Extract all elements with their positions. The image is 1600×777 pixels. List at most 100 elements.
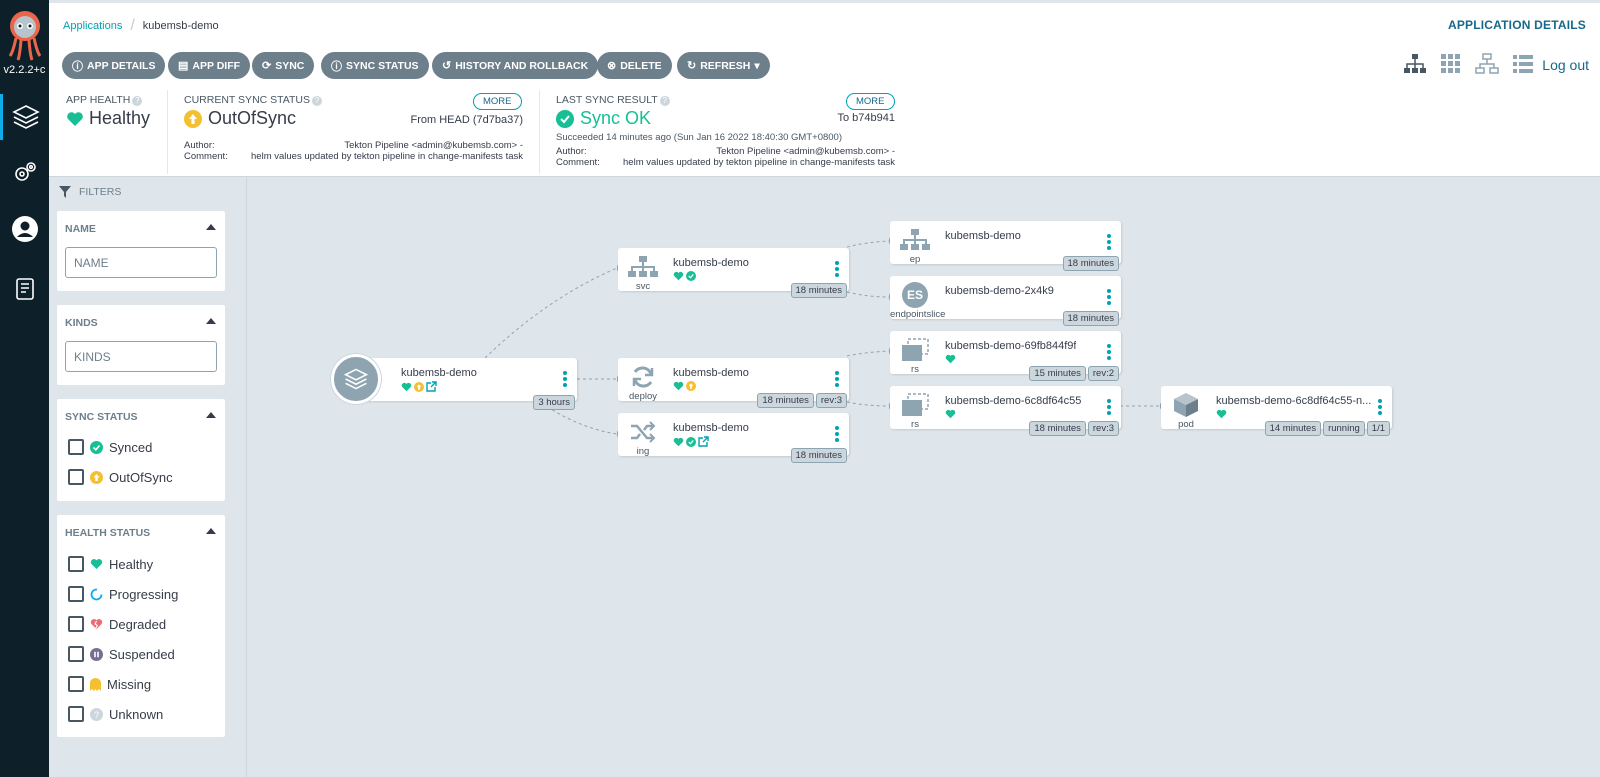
more-menu-icon[interactable] bbox=[563, 371, 567, 389]
logout-link[interactable]: Log out bbox=[1542, 57, 1589, 73]
caret-up-icon[interactable] bbox=[206, 224, 216, 230]
filter-icon bbox=[59, 186, 71, 198]
tree-view-icon[interactable] bbox=[1403, 53, 1427, 75]
filter-progressing[interactable]: Progressing bbox=[68, 586, 178, 602]
current-sync-more-button[interactable]: MORE bbox=[473, 93, 522, 110]
nav-applications[interactable] bbox=[0, 94, 49, 140]
last-sync-more-button[interactable]: MORE bbox=[846, 93, 895, 110]
last-sync-succeeded: Succeeded 14 minutes ago (Sun Jan 16 202… bbox=[556, 132, 842, 143]
last-sync-comment: helm values updated by tekton pipeline i… bbox=[623, 157, 895, 168]
more-menu-icon[interactable] bbox=[1378, 399, 1382, 417]
app-node[interactable]: kubemsb-demo 3 hours bbox=[347, 358, 577, 410]
more-menu-icon[interactable] bbox=[835, 426, 839, 444]
sync-status-button[interactable]: ⓘ SYNC STATUS bbox=[321, 52, 429, 79]
breadcrumb-separator: / bbox=[130, 17, 135, 34]
sync-status-filter-title: SYNC STATUS bbox=[65, 411, 138, 423]
filter-degraded[interactable]: Degraded bbox=[68, 616, 166, 632]
name-filter-input[interactable] bbox=[65, 247, 217, 278]
checkbox[interactable] bbox=[68, 556, 84, 572]
filter-suspended[interactable]: Suspended bbox=[68, 646, 175, 662]
refresh-button[interactable]: ↻ REFRESH ▾ bbox=[677, 52, 770, 79]
heart-icon bbox=[945, 409, 956, 419]
refresh-icon: ↻ bbox=[687, 60, 697, 72]
node-tags: 3 hours bbox=[533, 395, 575, 410]
nav-user-info[interactable] bbox=[0, 206, 49, 252]
pod-node[interactable]: pod kubemsb-demo-6c8df64c55-n... 14 minu… bbox=[1161, 386, 1392, 436]
nav-settings[interactable] bbox=[0, 150, 49, 196]
version-label: v2.2.2+c bbox=[3, 64, 46, 76]
endpointslice-node[interactable]: ES endpointslice kubemsb-demo-2x4k9 18 m… bbox=[890, 276, 1121, 326]
argo-logo-icon[interactable] bbox=[5, 10, 45, 62]
external-link-icon[interactable] bbox=[698, 436, 709, 447]
age-tag: 18 minutes bbox=[790, 283, 847, 298]
caret-up-icon[interactable] bbox=[206, 528, 216, 534]
caret-up-icon[interactable] bbox=[206, 412, 216, 418]
current-sync-from: From HEAD (7d7ba37) bbox=[410, 114, 524, 126]
filter-healthy[interactable]: Healthy bbox=[68, 556, 153, 572]
replicaset-node[interactable]: rs kubemsb-demo-6c8df64c55 18 minutes rev… bbox=[890, 386, 1121, 436]
node-name: kubemsb-demo-69fb844f9f bbox=[945, 340, 1077, 352]
node-tags: 14 minutes running 1/1 bbox=[1264, 421, 1390, 436]
status-divider bbox=[539, 90, 540, 174]
filter-unknown[interactable]: ? Unknown bbox=[68, 706, 163, 722]
breadcrumb-applications-link[interactable]: Applications bbox=[63, 20, 122, 32]
age-tag: 18 minutes bbox=[1062, 311, 1119, 326]
more-menu-icon[interactable] bbox=[1107, 289, 1111, 307]
more-menu-icon[interactable] bbox=[835, 261, 839, 279]
checkbox[interactable] bbox=[68, 469, 84, 485]
checkbox[interactable] bbox=[68, 616, 84, 632]
pause-circle-icon bbox=[90, 647, 103, 661]
check-circle-icon bbox=[556, 109, 574, 128]
filters-panel: FILTERS NAME KINDS SYNC STATUS Synced Ou… bbox=[49, 178, 246, 777]
more-menu-icon[interactable] bbox=[835, 371, 839, 389]
sync-button[interactable]: ⟳ SYNC bbox=[252, 52, 315, 79]
checkbox[interactable] bbox=[68, 439, 84, 455]
pods-view-icon[interactable] bbox=[1440, 53, 1462, 75]
kinds-filter-input[interactable] bbox=[65, 341, 217, 372]
service-node[interactable]: svc kubemsb-demo 18 minutes bbox=[618, 248, 849, 298]
node-status bbox=[945, 409, 956, 419]
list-view-icon[interactable] bbox=[1512, 53, 1534, 75]
node-status bbox=[1216, 409, 1227, 419]
caret-up-icon[interactable] bbox=[206, 318, 216, 324]
node-name: kubemsb-demo bbox=[401, 367, 477, 379]
more-menu-icon[interactable] bbox=[1107, 234, 1111, 252]
filter-outofsync[interactable]: OutOfSync bbox=[68, 469, 173, 485]
replicaset-node[interactable]: rs kubemsb-demo-69fb844f9f 15 minutes rev… bbox=[890, 331, 1121, 381]
deployment-node[interactable]: deploy kubemsb-demo 18 minutes rev:3 bbox=[618, 358, 849, 408]
help-icon[interactable]: ? bbox=[659, 96, 670, 106]
checkbox[interactable] bbox=[68, 586, 84, 602]
endpoints-node[interactable]: ep kubemsb-demo 18 minutes bbox=[890, 221, 1121, 271]
last-sync-title: LAST SYNC RESULT? bbox=[556, 94, 670, 106]
app-diff-button[interactable]: ▤ APP DIFF bbox=[168, 52, 251, 79]
node-status bbox=[401, 381, 437, 392]
view-switcher bbox=[1403, 53, 1534, 75]
heart-icon bbox=[67, 111, 83, 126]
history-icon: ↺ bbox=[442, 60, 452, 72]
book-icon bbox=[15, 278, 34, 300]
more-menu-icon[interactable] bbox=[1107, 399, 1111, 417]
node-name: kubemsb-demo-2x4k9 bbox=[945, 285, 1054, 297]
help-icon[interactable]: ? bbox=[312, 96, 323, 106]
more-menu-icon[interactable] bbox=[1107, 344, 1111, 362]
help-icon[interactable]: ? bbox=[132, 96, 143, 106]
node-name: kubemsb-demo bbox=[673, 257, 749, 269]
checkbox[interactable] bbox=[68, 706, 84, 722]
external-link-icon[interactable] bbox=[426, 381, 437, 392]
filter-synced[interactable]: Synced bbox=[68, 439, 152, 455]
history-rollback-button[interactable]: ↺ HISTORY AND ROLLBACK bbox=[432, 52, 599, 79]
network-view-icon[interactable] bbox=[1475, 53, 1499, 75]
node-kind: rs bbox=[911, 364, 919, 375]
checkbox[interactable] bbox=[68, 676, 84, 692]
checkbox[interactable] bbox=[68, 646, 84, 662]
app-details-button[interactable]: ⓘ APP DETAILS bbox=[62, 52, 166, 79]
nav-docs[interactable] bbox=[0, 266, 49, 312]
node-kind: ing bbox=[636, 446, 650, 457]
ingress-node[interactable]: ing kubemsb-demo 18 minutes bbox=[618, 413, 849, 463]
filter-missing[interactable]: Missing bbox=[68, 676, 151, 692]
last-sync-author: Tekton Pipeline <admin@kubemsb.com> - bbox=[716, 146, 895, 157]
caret-down-icon: ▾ bbox=[754, 59, 760, 72]
delete-button[interactable]: ⊗ DELETE bbox=[597, 52, 672, 79]
current-sync-author-label: Author: bbox=[184, 140, 215, 151]
age-tag: 18 minutes bbox=[1062, 256, 1119, 271]
